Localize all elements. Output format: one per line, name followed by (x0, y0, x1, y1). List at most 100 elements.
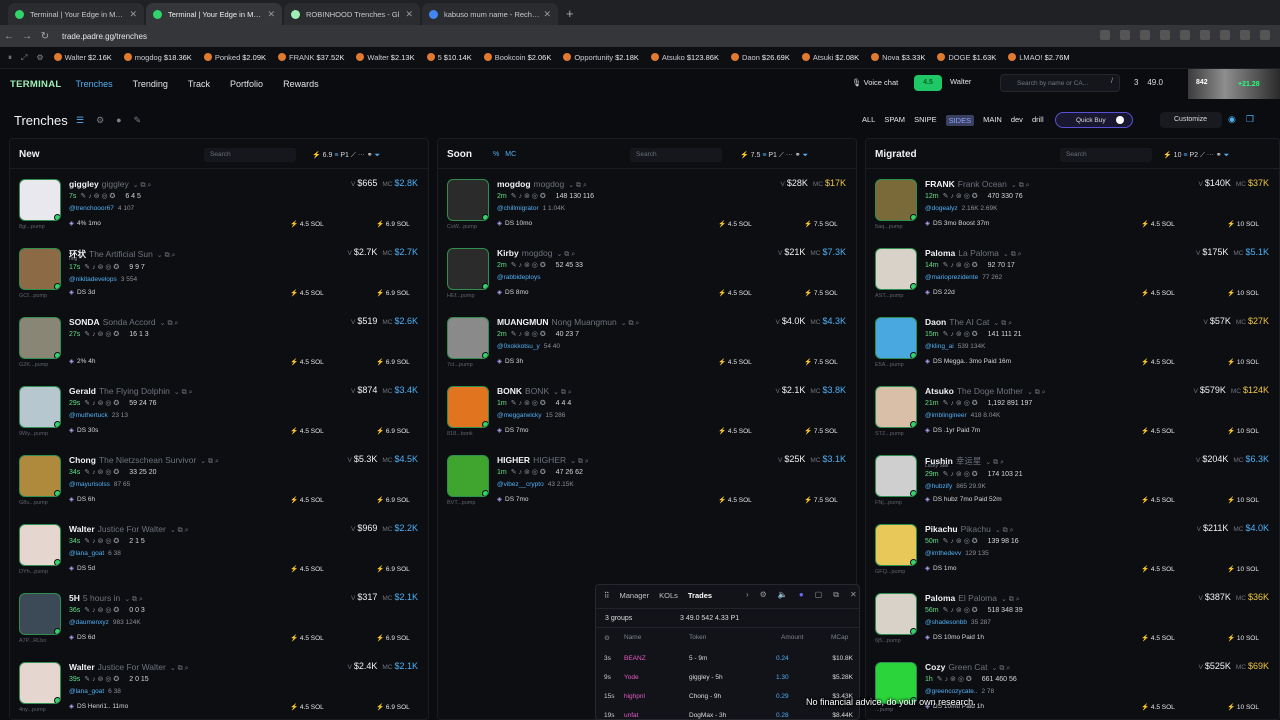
contract-address[interactable]: CsW...pump (447, 224, 493, 230)
gear-icon[interactable]: ⚙ (604, 634, 610, 642)
tab-close-icon[interactable]: ✕ (405, 9, 413, 20)
voice-chat-button[interactable]: 🎙 Voice chat (852, 78, 898, 87)
token-avatar[interactable] (19, 248, 61, 290)
tab-close-icon[interactable]: ✕ (543, 9, 551, 20)
social-icons[interactable]: ✎ ♪ ⊚ ◎ ✪ (943, 471, 980, 478)
quick-buy-small-button[interactable]: 4.5 SOL (1141, 565, 1175, 573)
column-tool-icons[interactable]: ⟋ ⋯ ⚭ (777, 152, 803, 159)
quick-buy-large-button[interactable]: 6.9 SOL (376, 289, 410, 297)
contract-address[interactable]: 5aq...pump (875, 224, 921, 230)
drag-handle-icon[interactable]: ⠿ (604, 591, 610, 600)
contract-address[interactable]: GFQ...pump (875, 569, 921, 575)
url-field[interactable]: trade.padre.gg/trenches (62, 32, 147, 41)
page-right-icons[interactable]: ◉ ❐ (1228, 114, 1254, 125)
terminal-logo[interactable]: TERMINAL (10, 79, 61, 90)
quick-buy-small-button[interactable]: 4.5 SOL (1141, 220, 1175, 228)
quick-buy-large-button[interactable]: 6.9 SOL (376, 358, 410, 366)
quick-buy-large-button[interactable]: 10 SOL (1227, 496, 1259, 504)
chevron-right-icon[interactable]: › (746, 590, 749, 600)
social-icons[interactable]: ✎ ♪ ⊚ ◎ ✪ (943, 331, 980, 338)
trade-token[interactable]: 5 - 9m (689, 655, 707, 662)
ticker-item[interactable]: Atsuki $2.08K (801, 53, 859, 62)
token-avatar[interactable] (19, 662, 61, 704)
quick-buy-small-button[interactable]: 4.5 SOL (290, 565, 324, 573)
quick-buy-small-button[interactable]: 4.5 SOL (290, 703, 324, 711)
filter-all[interactable]: ALL (862, 115, 875, 126)
ticker-controls[interactable]: ⏸ ⤢ ⚙ (0, 53, 54, 63)
quick-buy-large-button[interactable]: 7.5 SOL (804, 427, 838, 435)
social-icons[interactable]: ✎ ♪ ⊚ ◎ ✪ (511, 262, 548, 269)
nav-trenches[interactable]: Trenches (75, 79, 112, 89)
social-icons[interactable]: ✎ ♪ ⊚ ◎ ✪ (84, 607, 121, 614)
chevron-down-icon[interactable]: ⌄ ⧉ ⌕ (995, 527, 1014, 534)
quick-buy-small-button[interactable]: 4.5 SOL (1141, 427, 1175, 435)
token-row[interactable]: BVT...pump HIGHER HIGHER ⌄ ⧉ ⌕ 1m ✎ ♪ ⊚ ◎ ✪ 4… (438, 451, 856, 520)
creator-handle[interactable]: @mariopr­ezidente (925, 274, 978, 281)
ticker-item[interactable]: 5 $10.14K (426, 53, 472, 62)
quick-buy-large-button[interactable]: 6.9 SOL (376, 565, 410, 573)
filter-sides[interactable]: SIDES (945, 115, 975, 126)
eye-icon[interactable]: ◉ (1228, 114, 1236, 125)
token-row[interactable]: G2K...pump SONDA Sonda Accord ⌄ ⧉ ⌕ 27s ✎ ♪ ⊚… (10, 313, 428, 382)
ticker-item[interactable]: Bookcoin $2.06K (483, 53, 551, 62)
trader-name[interactable]: Yode (624, 674, 639, 681)
chevron-down-icon[interactable]: ⌄ ⧉ ⌕ (992, 665, 1011, 672)
contract-address[interactable]: 7ct...pump (447, 362, 493, 368)
tab-close-icon[interactable]: ✕ (129, 9, 137, 20)
social-icons[interactable]: ✎ ♪ ⊚ ◎ ✪ (511, 331, 548, 338)
browser-tab[interactable]: kabuso mum name - Recherche ✕ (422, 3, 558, 25)
creator-handle[interactable]: @lana_goat (69, 688, 104, 695)
quick-buy-small-button[interactable]: 4.5 SOL (718, 427, 752, 435)
contract-address[interactable]: G2K...pump (19, 362, 65, 368)
quick-buy-large-button[interactable]: 10 SOL (1227, 634, 1259, 642)
token-row[interactable]: STZ...pump Atsuko The Doge Mother ⌄ ⧉ ⌕ 21m ✎… (866, 382, 1279, 451)
column-preset[interactable]: P2 (1189, 152, 1198, 159)
trader-name[interactable]: highpnl (624, 693, 645, 700)
token-row[interactable]: E5A...pump Daon The AI Cat ⌄ ⧉ ⌕ 15m ✎ ♪ ⊚ ◎ … (866, 313, 1279, 382)
back-icon[interactable]: ← (0, 31, 18, 42)
gear-icon[interactable]: ⚙ (36, 53, 43, 63)
quick-buy-large-button[interactable]: 6.9 SOL (376, 496, 410, 504)
token-avatar[interactable] (19, 317, 61, 359)
contract-address[interactable]: FNj...pump (875, 500, 921, 506)
token-avatar[interactable] (19, 179, 61, 221)
trade-row[interactable]: 3s BEANZ 5 - 9m 0.24 $10.8K (596, 655, 859, 674)
token-row[interactable]: 9Wy...pump Gerald The Flying Dolphin ⌄ ⧉ ⌕ 2… (10, 382, 428, 451)
token-avatar[interactable] (447, 455, 489, 497)
column-controls[interactable]: ⚡ 7.5 ≡ P1 ⟋ ⋯ ⚭ ⏷ (740, 151, 808, 160)
creator-handle[interactable]: @nikitadevelops (69, 276, 117, 283)
filter-icon[interactable]: ⏷ (803, 152, 809, 159)
chevron-down-icon[interactable]: ⌄ ⧉ ⌕ (157, 252, 176, 259)
filter-spam[interactable]: SPAM (884, 115, 905, 126)
pause-icon[interactable]: ⏸ (8, 53, 12, 63)
quick-buy-small-button[interactable]: 4.5 SOL (290, 427, 324, 435)
list-view-icon[interactable]: ☰ (76, 115, 84, 126)
token-avatar[interactable] (447, 248, 489, 290)
creator-handle[interactable]: @0xokkotsu_y (497, 343, 540, 350)
nav-trending[interactable]: Trending (133, 79, 168, 89)
trade-token[interactable]: giggley - 5h (689, 674, 723, 681)
trade-row[interactable]: 19s unfat DogMax - 3h 0.28 $8.44K (596, 712, 859, 719)
contract-address[interactable]: A7P...RLbo (19, 638, 65, 644)
creator-handle[interactable]: @meggarwicky (497, 412, 542, 419)
social-icons[interactable]: ✎ ♪ ⊚ ◎ ✪ (80, 193, 117, 200)
quick-buy-small-button[interactable]: 4.5 SOL (718, 358, 752, 366)
chevron-down-icon[interactable]: ⌄ ⧉ ⌕ (1001, 596, 1020, 603)
filter-drill[interactable]: drill (1032, 115, 1044, 126)
quick-buy-small-button[interactable]: 4.5 SOL (290, 220, 324, 228)
contract-address[interactable]: AST...pump (875, 293, 921, 299)
bookmark-icon[interactable]: ❐ (1246, 114, 1254, 125)
quick-buy-small-button[interactable]: 4.5 SOL (290, 496, 324, 504)
token-avatar[interactable] (19, 386, 61, 428)
view-toggle-icons[interactable]: ☰ ⚙ ● ✎ (76, 115, 141, 126)
token-row[interactable]: HEf...pump Kirby mogdog ⌄ ⧉ ⌕ 2m ✎ ♪ ⊚ ◎ ✪ 52… (438, 244, 856, 313)
token-row[interactable]: ...pump Cozy Green Cat ⌄ ⧉ ⌕ 1h ✎ ♪ ⊚ ◎ ✪ 661… (866, 658, 1279, 719)
token-avatar[interactable] (875, 179, 917, 221)
creator-handle[interactable]: @daumenxyz (69, 619, 109, 626)
trades-tab-trades[interactable]: Trades (688, 591, 712, 600)
column-tool-icons[interactable]: ⟋ ⋯ ⚭ (1198, 152, 1224, 159)
social-icons[interactable]: ✎ ♪ ⊚ ◎ ✪ (84, 264, 121, 271)
settings-icon[interactable]: ⚙ (96, 115, 104, 126)
contract-address[interactable]: ...pump (875, 707, 921, 713)
new-tab-icon[interactable]: + (566, 6, 574, 21)
